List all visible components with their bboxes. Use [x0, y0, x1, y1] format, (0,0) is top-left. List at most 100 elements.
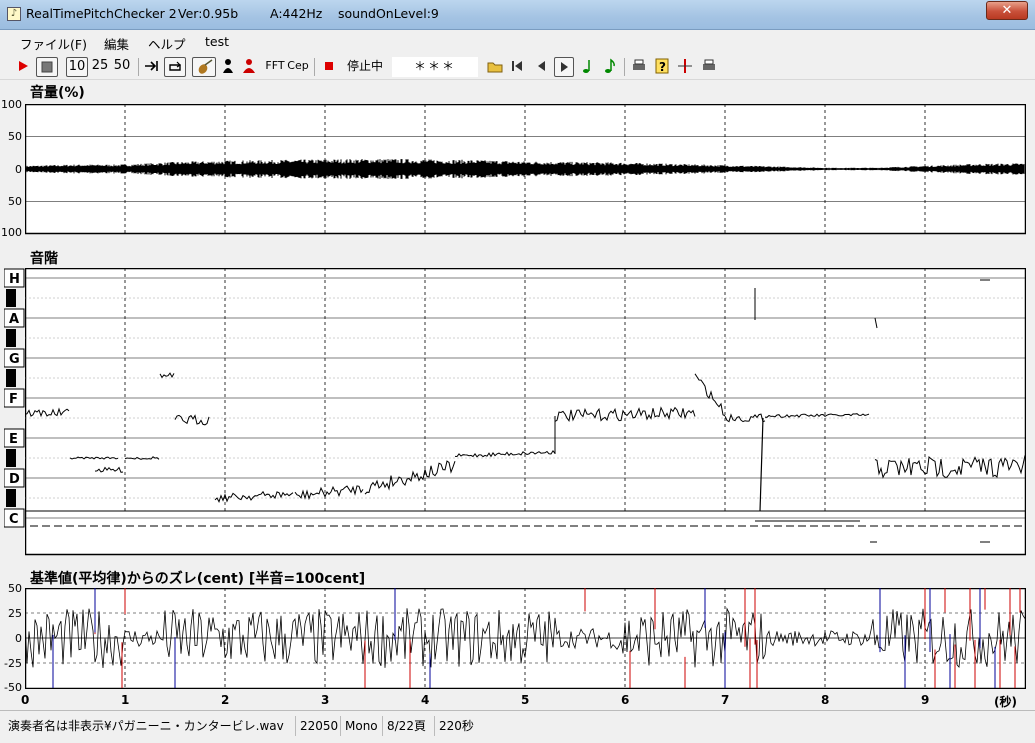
performer-button[interactable]	[220, 57, 236, 77]
note-label: F	[9, 392, 18, 407]
note-label: D	[9, 472, 20, 487]
scale-panel-title: 音階	[30, 251, 58, 267]
toolbar: 10 25 50 FFT Cep 停止中 ＊＊＊ ?	[0, 54, 1035, 80]
status-duration: 220秒	[434, 716, 474, 736]
volume-y-label: 50	[8, 130, 22, 143]
red-square-icon	[325, 62, 333, 70]
menu-file[interactable]: ファイル(F)	[20, 34, 87, 53]
cent-y-label: -25	[4, 657, 22, 670]
play-button[interactable]	[14, 57, 32, 77]
help-icon: ?	[655, 58, 669, 74]
app-icon: ♪	[7, 7, 21, 21]
speed-50-button[interactable]: 50	[112, 57, 132, 77]
music-note-alt-icon	[605, 58, 615, 73]
scale-plot-area	[25, 268, 1026, 556]
status-text: 停止中	[346, 59, 383, 73]
violin-button[interactable]	[192, 57, 216, 77]
record-stop-button[interactable]	[320, 57, 338, 77]
menu-edit[interactable]: 編集	[104, 34, 129, 53]
time-label: 5	[521, 693, 530, 707]
status-sample-rate: 22050	[295, 716, 338, 736]
violin-icon	[198, 59, 213, 74]
speed-10-button[interactable]: 10	[66, 57, 88, 77]
display-field: ＊＊＊	[392, 57, 478, 77]
performer-red-button[interactable]	[240, 57, 258, 77]
volume-y-label: 50	[8, 195, 22, 208]
cent-y-label: 50	[8, 582, 22, 595]
printer-alt-icon	[703, 59, 715, 70]
time-label: 3	[321, 693, 330, 707]
title-bar: ♪ RealTimePitchChecker 2 Ver:0.95b A:442…	[0, 0, 1035, 30]
print-button[interactable]	[630, 57, 648, 77]
help-button[interactable]: ?	[654, 57, 670, 77]
a-frequency-label: A:442Hz	[270, 6, 323, 21]
prev-page-button[interactable]	[532, 57, 550, 77]
black-key	[6, 449, 16, 467]
time-unit-label: (秒)	[994, 695, 1017, 709]
menu-test[interactable]: test	[205, 34, 229, 49]
stop-icon	[41, 61, 53, 73]
note-label: C	[9, 512, 19, 527]
loop-button[interactable]	[164, 57, 186, 77]
jump-end-icon	[145, 61, 158, 71]
marker-button[interactable]	[676, 57, 694, 77]
toolbar-separator	[314, 58, 315, 76]
time-axis: 0 1 2 3 4 5 6 7 8 9 (秒)	[0, 693, 1035, 709]
jump-end-button[interactable]	[142, 57, 160, 77]
toolbar-separator	[138, 58, 139, 76]
cep-button[interactable]: Cep	[287, 57, 309, 77]
status-bar: 演奏者名は非表示¥パガニーニ・カンタービレ.wav 22050 Mono 8/2…	[0, 710, 1035, 743]
menu-bar: ファイル(F) 編集 ヘルプ test	[0, 30, 1035, 54]
note-label: G	[9, 352, 20, 367]
time-label: 1	[121, 693, 130, 707]
black-key	[6, 329, 16, 347]
speed-25-button[interactable]: 25	[90, 57, 110, 77]
svg-text:?: ?	[659, 60, 666, 74]
note-button[interactable]	[580, 57, 596, 77]
sound-on-level-label: soundOnLevel:9	[338, 6, 439, 21]
close-button[interactable]: ✕	[986, 1, 1028, 20]
folder-icon	[487, 62, 503, 73]
piano-keys: H A G F E D C	[4, 268, 25, 528]
first-page-button[interactable]	[508, 57, 526, 77]
time-label: 2	[221, 693, 230, 707]
toolbar-separator	[624, 58, 625, 76]
person-red-icon	[243, 59, 255, 73]
app-title: RealTimePitchChecker 2	[26, 6, 177, 21]
open-file-button[interactable]	[486, 57, 504, 77]
version-label: Ver:0.95b	[178, 6, 239, 21]
black-key	[6, 369, 16, 387]
note-label: E	[9, 432, 18, 447]
skip-start-icon	[512, 61, 522, 71]
print-alt-button[interactable]	[700, 57, 718, 77]
time-label: 8	[821, 693, 830, 707]
app-window: ♪ RealTimePitchChecker 2 Ver:0.95b A:442…	[0, 0, 1035, 743]
time-label: 7	[721, 693, 730, 707]
menu-help[interactable]: ヘルプ	[148, 34, 186, 53]
note-alt-button[interactable]	[602, 57, 618, 77]
cent-y-label: 0	[15, 632, 22, 645]
music-note-icon	[583, 60, 590, 73]
prev-icon	[538, 61, 545, 71]
time-label: 0	[21, 693, 30, 707]
black-key	[6, 289, 16, 307]
next-page-button[interactable]	[554, 57, 574, 77]
cent-chart[interactable]	[25, 588, 1026, 689]
status-file: 演奏者名は非表示¥パガニーニ・カンタービレ.wav	[8, 719, 284, 733]
status-channels: Mono	[340, 716, 378, 736]
scale-chart[interactable]	[25, 268, 1026, 556]
play-icon	[19, 61, 28, 71]
stop-button[interactable]	[36, 57, 58, 77]
cent-panel-title: 基準値(平均律)からのズレ(cent) [半音=100cent]	[30, 571, 366, 587]
loop-icon	[169, 61, 181, 71]
fft-button[interactable]: FFT	[264, 57, 286, 77]
volume-chart[interactable]	[25, 104, 1026, 235]
volume-y-label: 100	[1, 226, 22, 239]
time-label: 6	[621, 693, 630, 707]
volume-y-label: 0	[15, 163, 22, 176]
cent-y-label: 25	[8, 607, 22, 620]
person-icon	[223, 59, 233, 73]
time-label: 4	[421, 693, 430, 707]
volume-panel-title: 音量(%)	[30, 85, 85, 101]
time-label: 9	[921, 693, 930, 707]
